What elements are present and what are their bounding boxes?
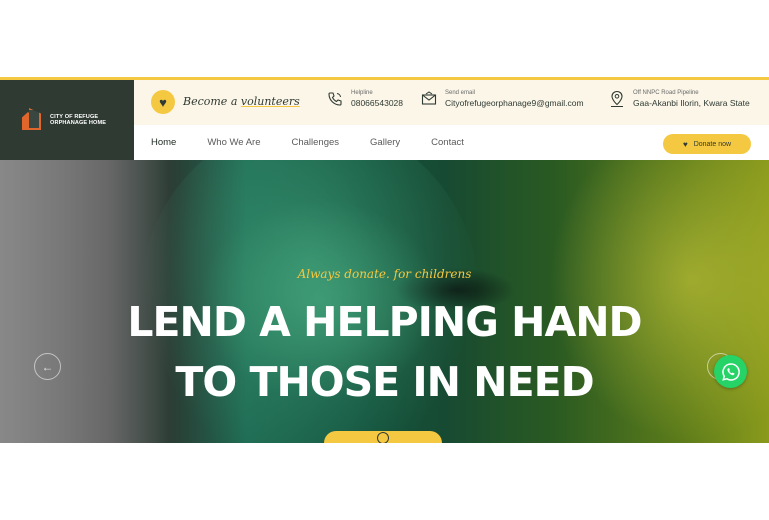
main-navigation: Home Who We Are Challenges Gallery Conta…	[134, 125, 769, 160]
logo-text: CITY OF REFUGE ORPHANAGE HOME	[50, 113, 107, 127]
hero-banner: Always donate. for childrens LEND A HELP…	[0, 160, 769, 443]
hero-cta-button[interactable]	[324, 431, 442, 443]
slider-prev-arrow-icon[interactable]: ←	[34, 353, 61, 380]
nav-who-we-are[interactable]: Who We Are	[207, 137, 260, 148]
nav-contact[interactable]: Contact	[431, 137, 464, 148]
address-value: Gaa-Akanbi Ilorin, Kwara State	[633, 98, 750, 108]
cta-circle-icon	[377, 432, 389, 443]
helpline-number: 08066543028	[351, 98, 404, 108]
nav-home[interactable]: Home	[151, 137, 176, 148]
phone-icon	[326, 90, 344, 108]
email-address: Cityofrefugeorphanage9@gmail.com	[445, 98, 584, 108]
heart-icon: ♥	[682, 139, 688, 149]
donate-now-button[interactable]: ♥ Donate now	[663, 134, 751, 154]
whatsapp-icon	[721, 362, 740, 381]
helpline-info[interactable]: Helpline 08066543028	[326, 89, 403, 109]
hero-tagline: Always donate. for childrens	[297, 267, 472, 281]
nav-gallery[interactable]: Gallery	[370, 137, 400, 148]
heart-icon: ♥	[151, 90, 175, 114]
address-info[interactable]: Off NNPC Road Pipeline Gaa-Akanbi Ilorin…	[608, 89, 750, 109]
email-info[interactable]: Send email Cityofrefugeorphanage9@gmail.…	[420, 89, 584, 109]
email-label: Send email	[445, 90, 476, 96]
website-viewport: CITY OF REFUGE ORPHANAGE HOME ♥ Become a…	[0, 77, 769, 443]
address-label: Off NNPC Road Pipeline	[633, 90, 699, 96]
mail-icon	[420, 90, 438, 108]
hero-title-line-2: TO THOSE IN NEED	[175, 358, 594, 406]
info-bar: ♥ Become a volunteers Helpline 080665430…	[134, 80, 769, 125]
logo-house-icon	[22, 108, 42, 132]
whatsapp-chat-button[interactable]	[714, 355, 747, 388]
become-volunteer-link[interactable]: Become a volunteers	[183, 95, 300, 108]
map-pin-icon	[608, 90, 626, 108]
hero-title-line-1: LEND A HELPING HAND	[127, 298, 642, 346]
logo[interactable]: CITY OF REFUGE ORPHANAGE HOME	[0, 80, 134, 160]
nav-challenges[interactable]: Challenges	[292, 137, 340, 148]
donate-now-label: Donate now	[693, 140, 732, 148]
helpline-label: Helpline	[351, 90, 373, 96]
page: CITY OF REFUGE ORPHANAGE HOME ♥ Become a…	[0, 0, 769, 520]
